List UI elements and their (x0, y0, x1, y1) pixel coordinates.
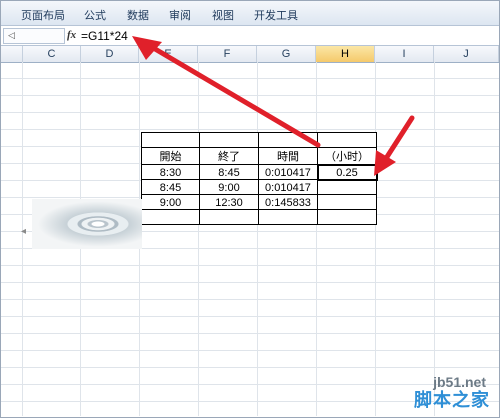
arrow-to-formula (147, 43, 321, 148)
annotation-arrows (132, 36, 415, 176)
arrow-to-cell (382, 115, 415, 163)
watermark-name: 脚本之家 (414, 390, 490, 411)
arrow-head-cell-icon (374, 150, 396, 176)
